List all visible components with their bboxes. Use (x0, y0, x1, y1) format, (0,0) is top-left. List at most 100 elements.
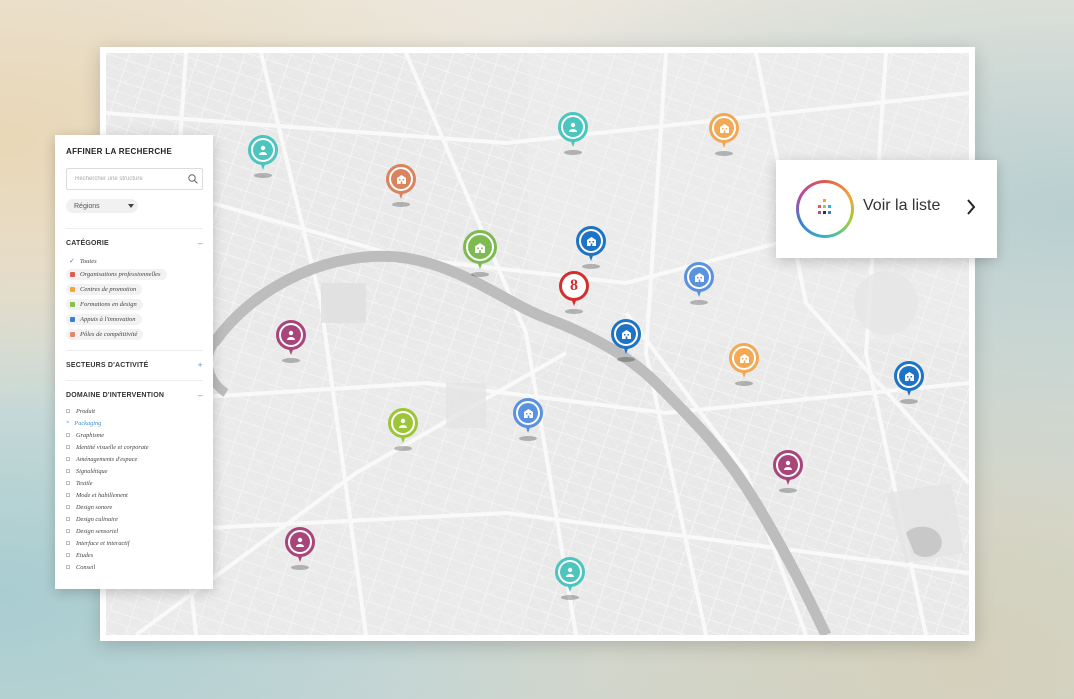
marker-tail (567, 584, 573, 592)
map-marker-person-plum[interactable] (773, 450, 803, 494)
checkbox[interactable] (66, 553, 70, 557)
marker-shadow (900, 399, 918, 404)
domaine-item[interactable]: Identité visuelle et corporate (66, 441, 203, 453)
category-color-icon (70, 287, 75, 292)
person-icon (281, 325, 301, 345)
marker-tail (696, 289, 702, 297)
category-pill: Appuis à l'innovation (66, 314, 142, 325)
domaine-item[interactable]: Interface et interactif (66, 537, 203, 549)
domaine-label: Design sensoriel (76, 527, 119, 535)
map-marker-building-orange[interactable] (729, 343, 759, 387)
category-item-toutes[interactable]: ✓ Toutes (66, 257, 203, 265)
checkbox[interactable] (66, 505, 70, 509)
domaine-label: Etudes (76, 551, 94, 559)
domaine-label: Interface et interactif (76, 539, 130, 547)
checkbox[interactable] (66, 481, 70, 485)
marker-shadow (254, 173, 272, 178)
checked-x-icon[interactable]: × (66, 420, 69, 426)
category-pill: Pôles de compétitivité (66, 329, 144, 340)
domaine-item[interactable]: Design sensoriel (66, 525, 203, 537)
person-icon (563, 117, 583, 137)
marker-shadow (715, 151, 733, 156)
domaine-item[interactable]: Etudes (66, 549, 203, 561)
marker-shadow (564, 150, 582, 155)
domaine-item[interactable]: Conseil (66, 561, 203, 573)
person-icon (393, 413, 413, 433)
marker-pin (555, 557, 585, 587)
domaine-item[interactable]: Signalétique (66, 465, 203, 477)
checkbox[interactable] (66, 565, 70, 569)
domaine-item[interactable]: Design culinaire (66, 513, 203, 525)
checkbox[interactable] (66, 541, 70, 545)
map-marker-building-orange[interactable] (709, 113, 739, 157)
map-marker-person-plum[interactable] (285, 527, 315, 571)
building-icon (518, 403, 538, 423)
collapse-icon[interactable]: – (198, 390, 203, 400)
domaine-label: Packaging (74, 419, 102, 427)
domaine-header[interactable]: DOMAINE D'INTERVENTION – (66, 390, 203, 400)
map-marker-person-teal[interactable] (555, 557, 585, 601)
domaine-item[interactable]: Mode et habillement (66, 489, 203, 501)
search-input[interactable] (73, 175, 188, 183)
domaine-item[interactable]: Textile (66, 477, 203, 489)
category-item-formations[interactable]: Formations en design (66, 299, 203, 310)
search-icon[interactable] (188, 174, 198, 184)
map-marker-building-copper[interactable] (386, 164, 416, 208)
marker-pin (285, 527, 315, 557)
marker-shadow (394, 446, 412, 451)
map-marker-building-green[interactable] (463, 230, 497, 278)
region-select[interactable]: Régions (66, 199, 138, 213)
expand-icon[interactable]: + (198, 360, 203, 370)
checkbox[interactable] (66, 457, 70, 461)
category-item-poles[interactable]: Pôles de compétitivité (66, 329, 203, 340)
marker-tail (570, 139, 576, 147)
map-marker-person-teal[interactable] (248, 135, 278, 179)
map-marker-building-lightblue[interactable] (684, 262, 714, 306)
category-label: Organisations professionnelles (80, 271, 161, 278)
divider (66, 350, 203, 351)
category-item-appuis[interactable]: Appuis à l'innovation (66, 314, 203, 325)
category-label: Appuis à l'innovation (80, 316, 136, 323)
checkbox[interactable] (66, 433, 70, 437)
checkbox[interactable] (66, 409, 70, 413)
map-marker-person-plum[interactable] (276, 320, 306, 364)
domaine-item-active[interactable]: × Packaging (66, 417, 203, 429)
domaine-item[interactable]: Aménagements d'espace (66, 453, 203, 465)
collapse-icon[interactable]: – (198, 238, 203, 248)
checkbox[interactable] (66, 445, 70, 449)
domaine-item[interactable]: Graphisme (66, 429, 203, 441)
category-color-icon (70, 272, 75, 277)
checkbox[interactable] (66, 529, 70, 533)
checkbox[interactable] (66, 517, 70, 521)
secteurs-title: SECTEURS D'ACTIVITÉ (66, 361, 149, 369)
map-marker-cluster[interactable]: 8 (559, 271, 589, 315)
map-marker-person-teal[interactable] (558, 112, 588, 156)
person-icon (560, 562, 580, 582)
domaine-item[interactable]: Design sonore (66, 501, 203, 513)
map-view[interactable]: 8 (106, 53, 969, 635)
marker-pin (463, 230, 497, 264)
map-marker-building-blue[interactable] (576, 226, 606, 270)
category-label: Centres de promotion (80, 286, 137, 293)
domaine-label: Graphisme (76, 431, 104, 439)
secteurs-header[interactable]: SECTEURS D'ACTIVITÉ + (66, 360, 203, 370)
map-marker-building-blue[interactable] (894, 361, 924, 405)
marker-tail (906, 388, 912, 396)
domaine-item[interactable]: Produit (66, 405, 203, 417)
checkbox[interactable] (66, 469, 70, 473)
marker-tail (588, 253, 594, 261)
map-marker-person-lime[interactable] (388, 408, 418, 452)
marker-pin (576, 226, 606, 256)
search-box[interactable] (66, 168, 203, 190)
category-item-centres[interactable]: Centres de promotion (66, 284, 203, 295)
view-list-button[interactable]: Voir la liste (776, 160, 997, 258)
checkbox[interactable] (66, 493, 70, 497)
map-marker-building-blue[interactable] (611, 319, 641, 363)
category-item-organisations[interactable]: Organisations professionnelles (66, 269, 203, 280)
marker-tail (288, 347, 294, 355)
building-icon (581, 231, 601, 251)
cluster-count: 8 (570, 277, 578, 294)
map-marker-building-lightblue[interactable] (513, 398, 543, 442)
building-icon (899, 366, 919, 386)
categorie-header[interactable]: CATÉGORIE – (66, 238, 203, 248)
